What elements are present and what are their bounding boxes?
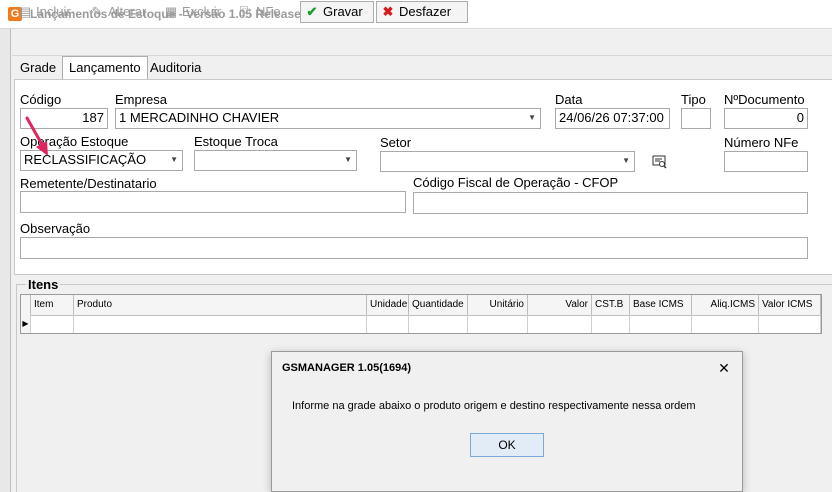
col-quantidade[interactable]: Quantidade xyxy=(409,295,468,315)
codigo-field[interactable]: 187 xyxy=(20,108,108,129)
tab-lancamento[interactable]: Lançamento xyxy=(62,56,148,80)
remetente-field[interactable] xyxy=(20,191,406,213)
nfe-icon: ⎘ xyxy=(239,4,251,19)
table-row[interactable]: ▶ xyxy=(21,315,821,333)
cell-valor[interactable] xyxy=(528,315,592,333)
chevron-down-icon[interactable]: ▼ xyxy=(170,151,178,169)
ndocumento-label: NºDocumento xyxy=(724,92,805,107)
ok-button[interactable]: OK xyxy=(470,433,544,457)
desfazer-button[interactable]: ✖ Desfazer xyxy=(376,1,468,23)
setor-label: Setor xyxy=(380,135,412,150)
col-unitario[interactable]: Unitário xyxy=(468,295,528,315)
setor-select[interactable]: ▼ xyxy=(380,151,635,172)
col-aliq-icms[interactable]: Aliq.ICMS xyxy=(692,295,759,315)
excluir-label: Excluir xyxy=(182,4,222,19)
add-record-icon: ▤ xyxy=(18,4,32,19)
empresa-value: 1 MERCADINHO CHAVIER xyxy=(119,110,280,125)
col-valor[interactable]: Valor xyxy=(528,295,592,315)
observacao-field[interactable] xyxy=(20,237,808,259)
tab-auditoria[interactable]: Auditoria xyxy=(144,58,207,78)
gravar-label: Gravar xyxy=(323,4,363,19)
cfop-label: Código Fiscal de Operação - CFOP xyxy=(413,175,619,190)
cell-valor-icms[interactable] xyxy=(759,315,821,333)
operacao-estoque-label: Operação Estoque xyxy=(20,134,129,149)
estoque-troca-select[interactable]: ▼ xyxy=(194,150,357,171)
grid-header: Item Produto Unidade Quantidade Unitário… xyxy=(21,295,821,316)
cell-produto[interactable] xyxy=(74,315,367,333)
incluir-label: Incluir xyxy=(36,4,71,19)
desfazer-label: Desfazer xyxy=(399,4,452,19)
cell-unitario[interactable] xyxy=(468,315,528,333)
alterar-label: Alterar xyxy=(108,4,147,19)
check-icon: ✔ xyxy=(306,4,318,19)
observacao-label: Observação xyxy=(20,221,91,236)
nfe-label: NFe xyxy=(256,4,281,19)
cell-base-icms[interactable] xyxy=(630,315,692,333)
itens-title: Itens xyxy=(26,277,61,292)
col-produto[interactable]: Produto xyxy=(74,295,367,315)
row-indicator-icon: ▶ xyxy=(21,315,31,333)
grid-indicator-header xyxy=(21,295,31,315)
col-valor-icms[interactable]: Valor ICMS xyxy=(759,295,821,315)
chevron-down-icon[interactable]: ▼ xyxy=(622,152,630,170)
operacao-estoque-value: RECLASSIFICAÇÃO xyxy=(24,152,147,167)
numero-nfe-field[interactable] xyxy=(724,151,808,172)
data-field[interactable]: 24/06/26 07:37:00 xyxy=(555,108,670,129)
delete-record-icon: ▦ xyxy=(164,4,178,19)
cell-item[interactable] xyxy=(31,315,74,333)
excluir-button[interactable]: ▦ Excluir xyxy=(160,1,225,23)
gravar-button[interactable]: ✔ Gravar xyxy=(300,1,374,23)
incluir-button[interactable]: ▤ Incluir xyxy=(14,1,75,23)
numero-nfe-label: Número NFe xyxy=(724,135,799,150)
codigo-label: Código xyxy=(20,92,62,107)
toolbar xyxy=(12,29,832,56)
remetente-label: Remetente/Destinatario xyxy=(20,176,157,191)
chevron-down-icon[interactable]: ▼ xyxy=(344,151,352,169)
cell-unidade[interactable] xyxy=(367,315,409,333)
operacao-estoque-select[interactable]: RECLASSIFICAÇÃO ▼ xyxy=(20,150,183,171)
chevron-down-icon[interactable]: ▼ xyxy=(528,109,536,127)
close-x-icon: ✖ xyxy=(382,4,394,19)
empresa-select[interactable]: 1 MERCADINHO CHAVIER ▼ xyxy=(115,108,541,129)
col-base-icms[interactable]: Base ICMS xyxy=(630,295,692,315)
cell-aliq-icms[interactable] xyxy=(692,315,759,333)
cfop-field[interactable] xyxy=(413,192,808,214)
edit-record-icon: ✎ xyxy=(91,4,103,19)
background-window-edge xyxy=(0,29,11,492)
col-item[interactable]: Item xyxy=(31,295,74,315)
message-dialog: GSMANAGER 1.05(1694) ✕ Informe na grade … xyxy=(271,351,743,492)
dialog-message: Informe na grade abaixo o produto origem… xyxy=(292,400,696,412)
nfe-button[interactable]: ⎘ NFe xyxy=(234,1,285,23)
tipo-label: Tipo xyxy=(681,92,706,107)
ndocumento-field[interactable]: 0 xyxy=(724,108,808,129)
search-setor-icon[interactable] xyxy=(652,155,668,169)
cell-cstb[interactable] xyxy=(592,315,630,333)
empresa-label: Empresa xyxy=(115,92,168,107)
tab-grade[interactable]: Grade xyxy=(14,58,62,78)
data-label: Data xyxy=(555,92,583,107)
dialog-title: GSMANAGER 1.05(1694) xyxy=(282,362,411,374)
tipo-field[interactable] xyxy=(681,108,711,129)
col-unidade[interactable]: Unidade xyxy=(367,295,409,315)
col-cstb[interactable]: CST.B xyxy=(592,295,630,315)
estoque-troca-label: Estoque Troca xyxy=(194,134,278,149)
alterar-button[interactable]: ✎ Alterar xyxy=(86,1,150,23)
itens-grid[interactable]: Item Produto Unidade Quantidade Unitário… xyxy=(20,294,822,334)
cell-quantidade[interactable] xyxy=(409,315,468,333)
close-icon[interactable]: ✕ xyxy=(716,360,732,377)
